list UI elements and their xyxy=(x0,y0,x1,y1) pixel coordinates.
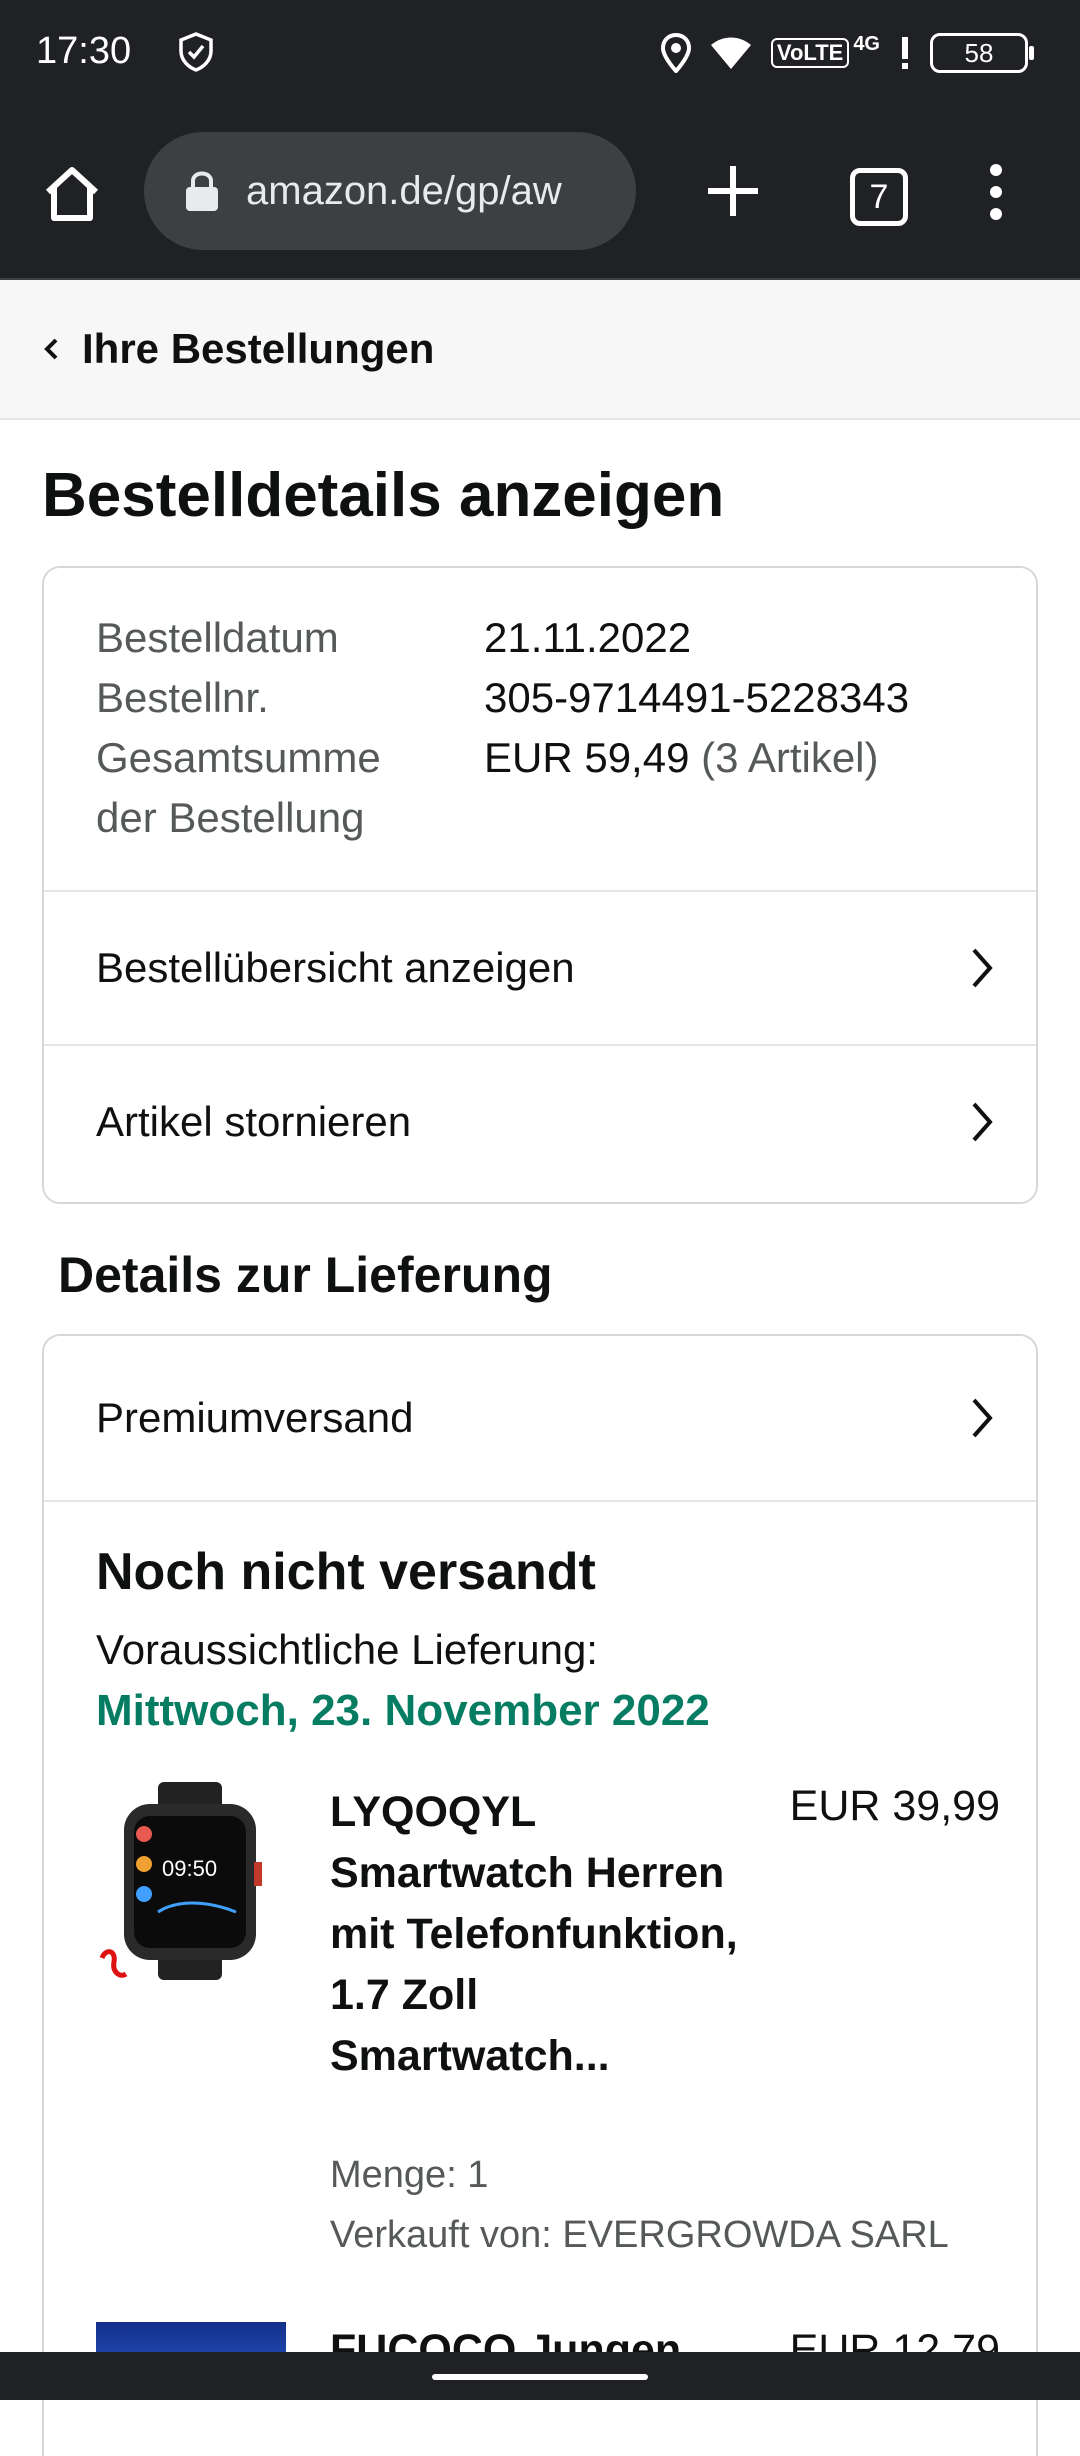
delivery-heading: Details zur Lieferung xyxy=(58,1247,553,1303)
order-item-count: (3 Artikel) xyxy=(701,734,879,781)
shield-check-icon xyxy=(179,32,213,72)
watch-time: 09:50 xyxy=(162,1856,217,1881)
shipping-method-link[interactable]: Premiumversand xyxy=(44,1336,1036,1502)
status-bar: 17:30 VoLTE 4G 58 xyxy=(0,0,1080,110)
gesture-handle[interactable] xyxy=(432,2374,648,2380)
breadcrumb[interactable]: Ihre Bestellungen xyxy=(0,280,1080,420)
status-icons: VoLTE 4G 58 xyxy=(660,28,1034,78)
order-number-value: 305-9714491-5228343 xyxy=(484,674,910,721)
url-text: amazon.de/gp/aw xyxy=(246,168,562,213)
order-date-label: Bestelldatum xyxy=(96,614,339,661)
home-icon[interactable] xyxy=(40,162,104,226)
plus-icon[interactable] xyxy=(700,158,766,224)
shipment-status: Noch nicht versandt xyxy=(96,1543,596,1601)
order-total-label-row2: der Bestellung xyxy=(96,788,466,848)
cancel-items-label: Artikel stornieren xyxy=(96,1098,412,1145)
network-type: 4G xyxy=(853,32,880,55)
volte-badge: VoLTE xyxy=(770,38,850,68)
page-title: Bestelldetails anzeigen xyxy=(42,461,725,530)
product-price: EUR 39,99 xyxy=(789,1782,1000,1830)
shipping-method-label: Premiumversand xyxy=(96,1394,414,1441)
chevron-right-icon xyxy=(972,1398,993,1438)
product-image-smartwatch[interactable]: 09:50 xyxy=(96,1782,288,1982)
order-total-label-line1: Gesamtsumme xyxy=(96,734,381,781)
delivery-card: Premiumversand Noch nicht versandt Vorau… xyxy=(42,1334,1038,2456)
expected-delivery-date: Mittwoch, 23. November 2022 xyxy=(96,1686,710,1735)
order-overview-label: Bestellübersicht anzeigen xyxy=(96,944,575,991)
url-bar[interactable]: amazon.de/gp/aw xyxy=(144,132,636,250)
order-number-label: Bestellnr. xyxy=(96,674,269,721)
chevron-left-icon xyxy=(44,338,58,360)
lock-icon xyxy=(186,171,218,211)
order-total-row: Gesamtsumme EUR 59,49 (3 Artikel) xyxy=(96,728,879,788)
system-nav-bar xyxy=(0,2352,1080,2400)
chevron-right-icon xyxy=(972,948,993,988)
order-total-value-wrap: EUR 59,49 (3 Artikel) xyxy=(484,728,879,788)
expected-delivery-label: Voraussichtliche Lieferung: xyxy=(96,1626,598,1673)
battery-icon: 58 xyxy=(930,33,1034,73)
product-title[interactable]: LYQOQYL Smartwatch Herren mit Telefonfun… xyxy=(330,1782,760,2087)
tabs-icon[interactable]: 7 xyxy=(850,168,908,226)
signal-icon xyxy=(902,37,908,69)
order-total-label-line2: der Bestellung xyxy=(96,794,365,841)
browser-toolbar: amazon.de/gp/aw 7 xyxy=(0,110,1080,280)
product-quantity: Menge: 1 xyxy=(330,2154,489,2196)
wifi-icon xyxy=(710,37,751,69)
chevron-right-icon xyxy=(972,1102,993,1142)
cancel-items-link[interactable]: Artikel stornieren xyxy=(44,1044,1036,1198)
more-vert-icon[interactable] xyxy=(984,162,1008,222)
order-date-value: 21.11.2022 xyxy=(484,614,692,661)
order-summary-card: Bestelldatum 21.11.2022 Bestellnr. 305-9… xyxy=(42,566,1038,1204)
product-seller: Verkauft von: EVERGROWDA SARL xyxy=(330,2214,949,2256)
order-meta: Bestelldatum 21.11.2022 Bestellnr. 305-9… xyxy=(44,568,1036,894)
order-total-value: EUR 59,49 xyxy=(484,734,690,781)
location-icon xyxy=(660,33,691,73)
order-overview-link[interactable]: Bestellübersicht anzeigen xyxy=(44,890,1036,1044)
breadcrumb-label: Ihre Bestellungen xyxy=(82,325,435,372)
order-date-row: Bestelldatum 21.11.2022 xyxy=(96,608,691,668)
status-time: 17:30 xyxy=(36,30,132,72)
order-number-row: Bestellnr. 305-9714491-5228343 xyxy=(96,668,909,728)
